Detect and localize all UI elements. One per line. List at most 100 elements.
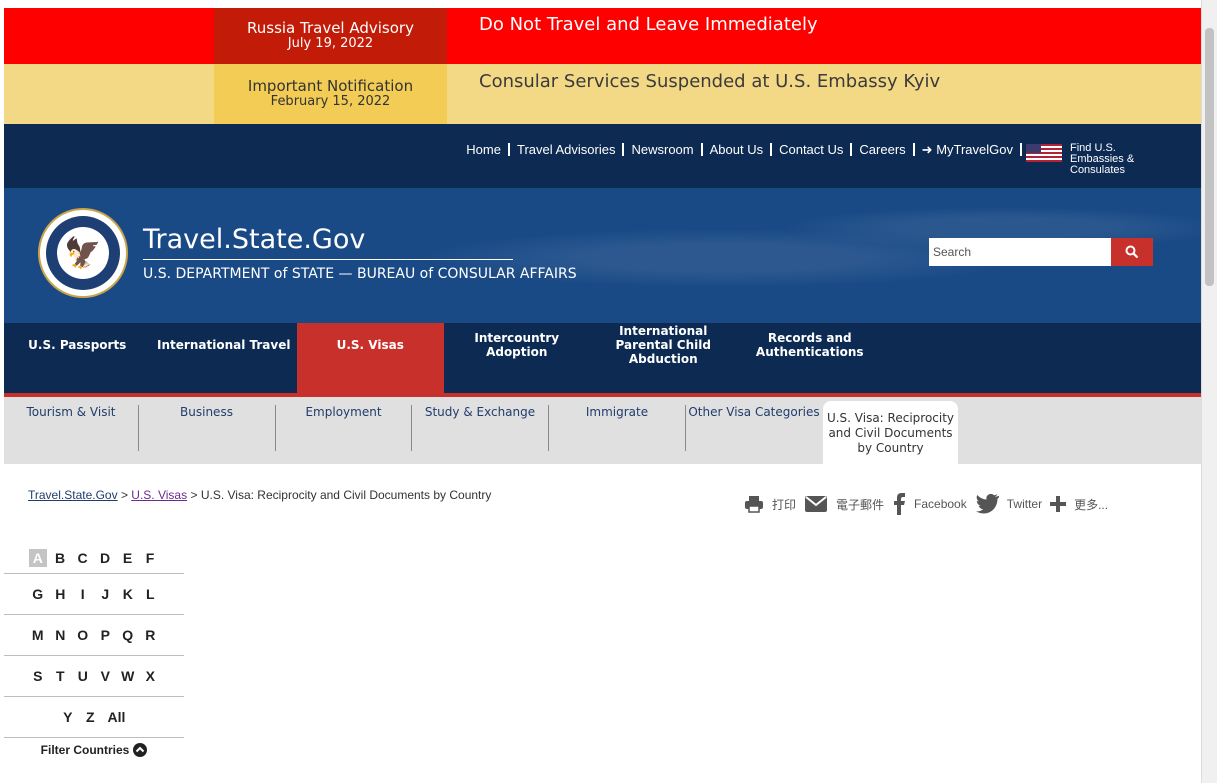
subtab-study-exchange[interactable]: Study & Exchange: [412, 405, 548, 450]
subtab-business[interactable]: Business: [139, 405, 274, 450]
alert-date: February 15, 2022: [270, 94, 391, 109]
letter-n[interactable]: N: [49, 627, 72, 643]
letter-f[interactable]: F: [139, 550, 162, 566]
subtab-immigrate[interactable]: Immigrate: [549, 405, 685, 450]
letter-i[interactable]: I: [72, 586, 95, 602]
search-button[interactable]: [1111, 238, 1153, 266]
tab-us-passports[interactable]: U.S. Passports: [4, 323, 151, 367]
nav-link-travel-advisories[interactable]: Travel Advisories: [510, 143, 625, 156]
subtab-other-visa-categories[interactable]: Other Visa Categories: [686, 405, 822, 450]
alert-label: Important Notification February 15, 2022: [214, 64, 447, 124]
breadcrumb-separator: >: [120, 488, 128, 502]
alert-date: July 19, 2022: [287, 36, 374, 51]
alphabet-row: S T U V W X: [4, 656, 184, 697]
nav-link-careers[interactable]: Careers: [852, 143, 915, 156]
letter-o[interactable]: O: [72, 627, 95, 643]
mytravelgov-label: MyTravelGov: [936, 142, 1013, 157]
letter-z[interactable]: Z: [79, 709, 102, 725]
plus-icon[interactable]: [1050, 496, 1067, 512]
alert-title: Important Notification: [247, 77, 414, 95]
twitter-label[interactable]: Twitter: [1007, 497, 1042, 511]
alert-label: Russia Travel Advisory July 19, 2022: [214, 8, 447, 64]
more-label[interactable]: 更多...: [1074, 496, 1108, 513]
email-label[interactable]: 電子郵件: [836, 496, 884, 513]
alert-kyiv[interactable]: Important Notification February 15, 2022…: [4, 64, 1202, 124]
breadcrumb-home[interactable]: Travel.State.Gov: [28, 488, 118, 502]
letter-q[interactable]: Q: [117, 627, 140, 643]
letter-g[interactable]: G: [27, 586, 50, 602]
letter-all[interactable]: All: [102, 709, 132, 725]
site-subtitle: U.S. DEPARTMENT of STATE — BUREAU of CON…: [143, 266, 577, 282]
alert-message[interactable]: Consular Services Suspended at U.S. Emba…: [447, 64, 940, 124]
letter-a[interactable]: A: [28, 549, 47, 567]
scrollbar-thumb[interactable]: [1205, 28, 1214, 286]
alert-russia[interactable]: Russia Travel Advisory July 19, 2022 Do …: [4, 8, 1202, 64]
state-department-seal-logo[interactable]: 🦅: [38, 208, 128, 298]
alphabet-row: M N O P Q R: [4, 615, 184, 656]
email-icon[interactable]: [804, 495, 828, 513]
letter-b[interactable]: B: [49, 550, 72, 566]
letter-c[interactable]: C: [71, 550, 94, 566]
letter-s[interactable]: S: [27, 668, 50, 684]
alert-message[interactable]: Do Not Travel and Leave Immediately: [447, 8, 818, 64]
letter-k[interactable]: K: [117, 586, 140, 602]
filter-countries-toggle[interactable]: Filter Countries: [4, 737, 184, 763]
utility-nav: Home Travel Advisories Newsroom About Us…: [4, 124, 1202, 188]
nav-link-home[interactable]: Home: [459, 143, 510, 156]
letter-d[interactable]: D: [94, 550, 117, 566]
alphabet-filter: A B C D E F G H I J K L M N O P Q R S T …: [4, 543, 184, 763]
letter-p[interactable]: P: [94, 627, 117, 643]
alphabet-row: A B C D E F: [4, 543, 184, 574]
breadcrumb-separator: >: [190, 488, 198, 502]
letter-u[interactable]: U: [72, 668, 95, 684]
alert-title: Russia Travel Advisory: [247, 19, 414, 37]
letter-t[interactable]: T: [49, 668, 72, 684]
letter-m[interactable]: M: [27, 627, 50, 643]
us-flag-icon[interactable]: [1026, 144, 1062, 162]
search-icon: [1125, 245, 1139, 259]
search-input[interactable]: [929, 238, 1111, 266]
letter-e[interactable]: E: [116, 550, 139, 566]
find-embassies-link[interactable]: Find U.S. Embassies & Consulates: [1070, 143, 1170, 176]
sub-nav: Tourism & Visit Business Employment Stud…: [4, 397, 1202, 464]
facebook-label[interactable]: Facebook: [914, 497, 967, 511]
nav-link-mytravelgov[interactable]: ➜ MyTravelGov: [915, 143, 1022, 156]
facebook-icon[interactable]: [892, 493, 906, 515]
twitter-icon[interactable]: [975, 494, 999, 514]
share-bar: 打印 電子郵件 Facebook Twitter 更多...: [744, 493, 1116, 515]
print-icon[interactable]: [744, 495, 764, 513]
breadcrumb: Travel.State.Gov > U.S. Visas > U.S. Vis…: [28, 488, 491, 502]
tab-international-travel[interactable]: International Travel: [151, 323, 298, 367]
letter-w[interactable]: W: [117, 668, 140, 684]
letter-h[interactable]: H: [49, 586, 72, 602]
subtab-employment[interactable]: Employment: [276, 405, 411, 450]
tab-parental-child-abduction[interactable]: International Parental Child Abduction: [590, 323, 737, 367]
page-scrollbar[interactable]: [1201, 0, 1217, 783]
sign-in-icon: ➜: [921, 142, 933, 157]
nav-link-about-us[interactable]: About Us: [703, 143, 773, 156]
tab-records-authentications[interactable]: Records and Authentications: [737, 323, 884, 367]
letter-x[interactable]: X: [139, 668, 162, 684]
tab-us-visas[interactable]: U.S. Visas: [297, 323, 444, 393]
title-divider: [143, 259, 513, 260]
nav-link-contact-us[interactable]: Contact Us: [772, 143, 853, 156]
letter-v[interactable]: V: [94, 668, 117, 684]
alphabet-row: G H I J K L: [4, 574, 184, 615]
chevron-up-circle-icon: [133, 743, 148, 757]
letter-y[interactable]: Y: [57, 709, 80, 725]
site-header: 🦅 Travel.State.Gov U.S. DEPARTMENT of ST…: [4, 188, 1202, 323]
subtab-tourism-visit[interactable]: Tourism & Visit: [4, 405, 138, 450]
print-label[interactable]: 打印: [772, 496, 796, 513]
letter-j[interactable]: J: [94, 586, 117, 602]
letter-l[interactable]: L: [139, 586, 162, 602]
page: Russia Travel Advisory July 19, 2022 Do …: [4, 0, 1202, 783]
letter-r[interactable]: R: [139, 627, 162, 643]
tab-intercountry-adoption[interactable]: Intercountry Adoption: [444, 323, 591, 367]
site-title[interactable]: Travel.State.Gov: [143, 224, 365, 255]
nav-link-newsroom[interactable]: Newsroom: [624, 143, 703, 156]
breadcrumb-us-visas[interactable]: U.S. Visas: [131, 488, 187, 502]
breadcrumb-current: U.S. Visa: Reciprocity and Civil Documen…: [200, 488, 492, 502]
filter-countries-label: Filter Countries: [40, 743, 130, 757]
subtab-reciprocity[interactable]: U.S. Visa: Reciprocity and Civil Documen…: [823, 401, 958, 464]
main-nav: U.S. Passports International Travel U.S.…: [4, 323, 1202, 393]
